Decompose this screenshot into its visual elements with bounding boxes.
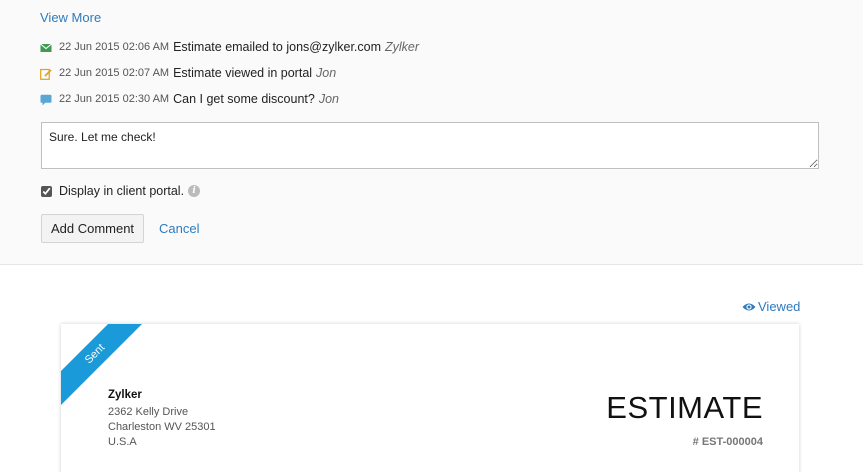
address-line: U.S.A [108,436,137,448]
estimate-number: # EST-000004 [692,436,763,448]
add-comment-button[interactable]: Add Comment [41,214,144,243]
eye-icon [742,303,756,310]
organization-name: Zylker [108,389,142,401]
edit-icon [40,67,52,80]
info-icon[interactable]: i [188,185,201,197]
address-line: Charleston WV 25301 [108,421,216,433]
cancel-link[interactable]: Cancel [159,221,199,236]
estimate-document: Sent Zylker 2362 Kelly Drive Charleston … [61,324,799,472]
activity-timestamp: 22 Jun 2015 02:06 AM [59,41,170,53]
display-in-portal-checkbox[interactable] [41,185,52,197]
viewed-status: Viewed [742,299,800,314]
activity-message: Estimate viewed in portal [173,66,313,80]
activity-timestamp: 22 Jun 2015 02:30 AM [59,93,170,105]
activity-item: 22 Jun 2015 02:06 AM Estimate emailed to… [40,39,419,55]
document-title: ESTIMATE [606,390,763,425]
activity-item: 22 Jun 2015 02:30 AM Can I get some disc… [40,91,339,107]
activity-timestamp: 22 Jun 2015 02:07 AM [59,67,170,79]
comments-panel: View More 22 Jun 2015 02:06 AM Estimate … [0,0,863,265]
display-in-portal-label: Display in client portal. [59,184,185,198]
speech-bubble-icon [40,93,52,106]
activity-author: Jon [316,66,337,80]
viewed-label: Viewed [758,299,801,314]
envelope-icon [40,41,52,53]
activity-message: Can I get some discount? [173,92,315,106]
activity-author: Jon [318,92,339,106]
view-more-link[interactable]: View More [40,10,101,25]
activity-author: Zylker [385,40,420,54]
activity-message: Estimate emailed to jons@zylker.com [173,40,381,54]
display-in-portal-row: Display in client portal. i [41,184,201,198]
comment-textarea[interactable]: Sure. Let me check! [41,122,819,169]
address-line: 2362 Kelly Drive [108,406,189,418]
activity-item: 22 Jun 2015 02:07 AM Estimate viewed in … [40,65,336,81]
